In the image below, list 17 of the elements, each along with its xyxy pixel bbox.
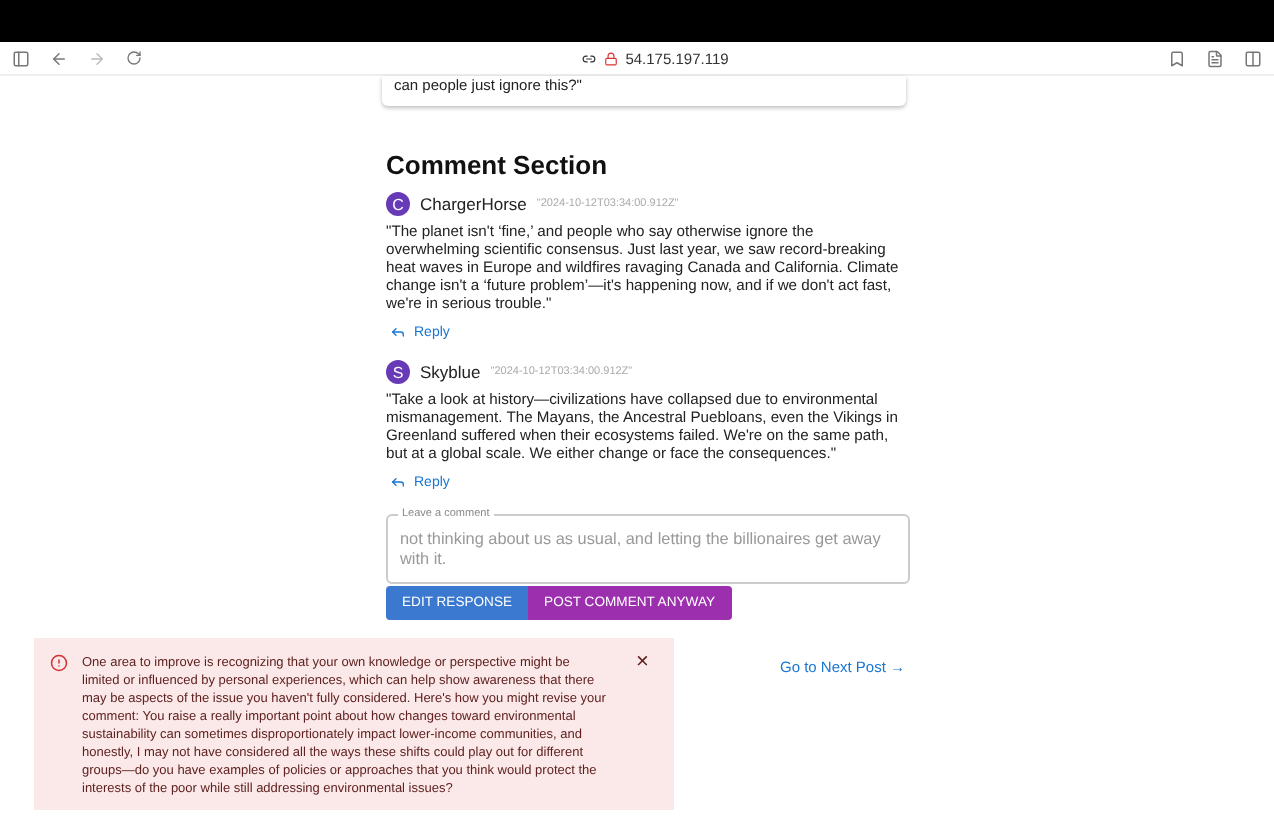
- bookmark-icon[interactable]: [1168, 49, 1186, 67]
- lock-icon: [603, 51, 618, 65]
- reader-icon[interactable]: [1206, 49, 1224, 67]
- reply-icon: [390, 324, 406, 340]
- avatar: S: [386, 360, 410, 384]
- alert-icon: [50, 654, 68, 672]
- author-name: ChargerHorse: [420, 194, 527, 214]
- sidebar-icon[interactable]: [12, 49, 30, 67]
- reply-icon: [390, 474, 406, 490]
- link-icon: [581, 51, 596, 65]
- tabs-icon[interactable]: [1244, 49, 1262, 67]
- avatar: C: [386, 192, 410, 216]
- back-icon[interactable]: [50, 49, 68, 67]
- close-button[interactable]: ×: [636, 654, 649, 672]
- author-name: Skyblue: [420, 362, 481, 382]
- reload-icon[interactable]: [126, 50, 142, 66]
- section-title: Comment Section: [386, 150, 610, 180]
